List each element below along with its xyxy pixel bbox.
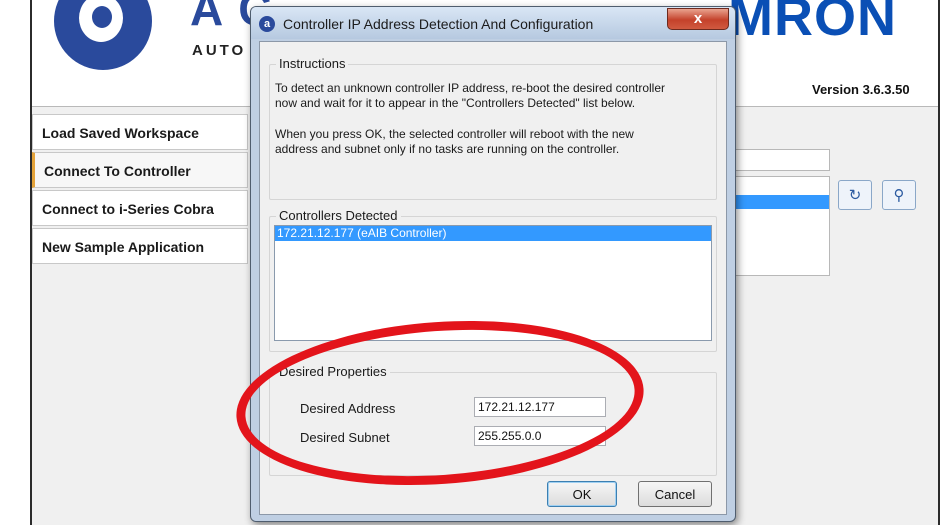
controllers-detected-group: Controllers Detected 172.21.12.177 (eAIB… <box>269 208 717 352</box>
close-button[interactable]: x <box>667 8 729 30</box>
sidebar: Load Saved Workspace Connect To Controll… <box>32 114 248 266</box>
app-logo-icon: a <box>259 16 275 32</box>
desired-subnet-label: Desired Subnet <box>300 430 390 445</box>
instructions-line-2: now and wait for it to appear in the "Co… <box>275 96 636 110</box>
dialog-body: Instructions To detect an unknown contro… <box>259 41 727 515</box>
controllers-list[interactable]: 172.21.12.177 (eAIB Controller) <box>274 225 712 341</box>
close-icon: x <box>693 10 703 27</box>
search-icon: ⚲ <box>893 187 905 204</box>
brand-subtitle: AUTO <box>192 42 247 59</box>
logo-icon <box>54 0 152 70</box>
sidebar-item-load-saved-workspace[interactable]: Load Saved Workspace <box>32 114 248 150</box>
sidebar-item-new-sample-application[interactable]: New Sample Application <box>32 228 248 264</box>
search-button[interactable]: ⚲ <box>882 180 916 210</box>
desired-address-label: Desired Address <box>300 401 396 416</box>
desired-subnet-input[interactable] <box>474 426 606 446</box>
ok-button[interactable]: OK <box>547 481 617 507</box>
brand-name-right: MRON <box>728 0 897 47</box>
ip-config-dialog: a Controller IP Address Detection And Co… <box>250 6 736 522</box>
sidebar-item-connect-to-controller[interactable]: Connect To Controller <box>32 152 248 188</box>
instructions-group: Instructions To detect an unknown contro… <box>269 56 717 200</box>
instructions-line-1: To detect an unknown controller IP addre… <box>275 81 665 95</box>
sidebar-item-connect-to-i-series-cobra[interactable]: Connect to i-Series Cobra <box>32 190 248 226</box>
dialog-titlebar[interactable]: a Controller IP Address Detection And Co… <box>251 7 735 39</box>
desired-properties-title: Desired Properties <box>276 364 390 379</box>
refresh-button[interactable]: ↻ <box>838 180 872 210</box>
dialog-title: Controller IP Address Detection And Conf… <box>283 16 594 32</box>
desired-address-input[interactable] <box>474 397 606 417</box>
refresh-icon: ↻ <box>848 187 862 204</box>
desired-properties-group: Desired Properties Desired Address Desir… <box>269 364 717 476</box>
list-item[interactable]: 172.21.12.177 (eAIB Controller) <box>275 226 711 241</box>
controllers-detected-title: Controllers Detected <box>276 208 401 223</box>
instructions-title: Instructions <box>276 56 349 71</box>
instructions-line-4: address and subnet only if no tasks are … <box>275 142 620 156</box>
background-list[interactable] <box>724 176 830 276</box>
instructions-line-3: When you press OK, the selected controll… <box>275 127 634 141</box>
version-label: Version 3.6.3.50 <box>812 82 910 97</box>
background-text-field[interactable] <box>724 149 830 171</box>
cancel-button[interactable]: Cancel <box>638 481 712 507</box>
